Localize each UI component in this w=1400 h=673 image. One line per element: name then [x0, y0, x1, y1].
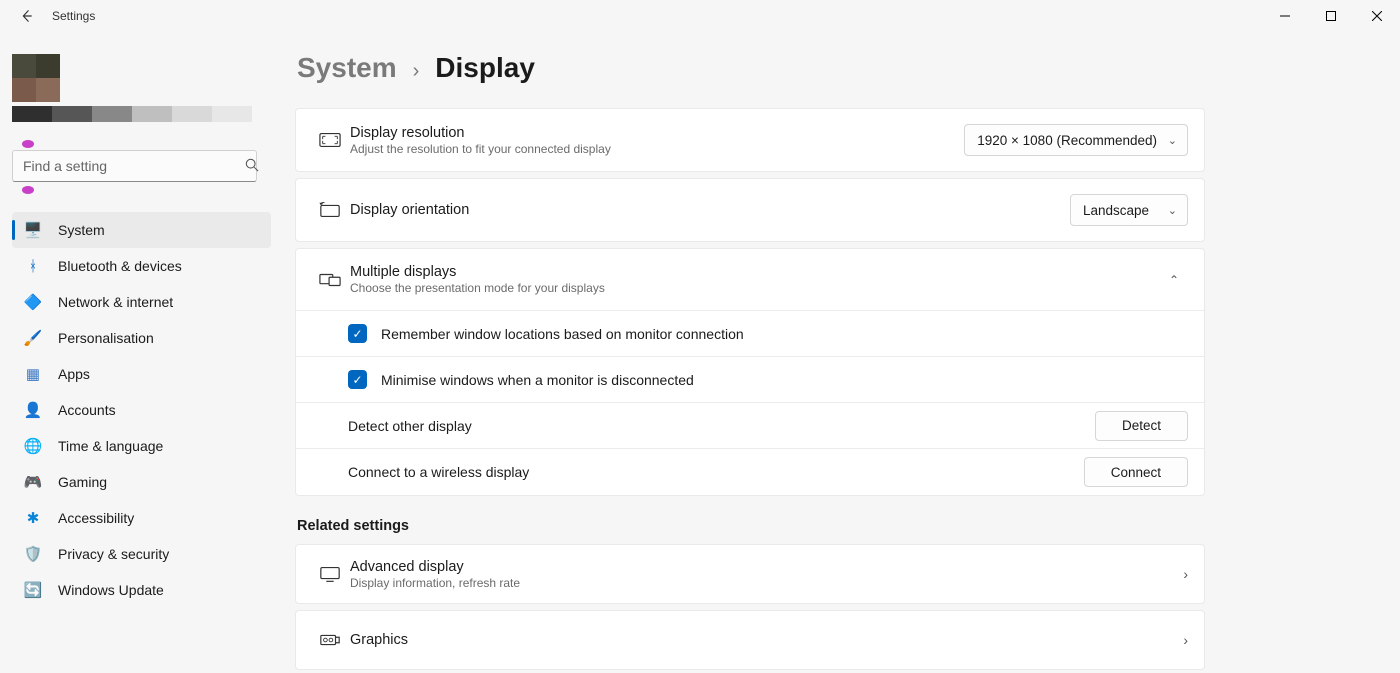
profile-block[interactable] — [12, 54, 271, 122]
accessibility-icon: ✱ — [24, 509, 42, 527]
action-label: Connect to a wireless display — [348, 464, 529, 480]
multiple-displays-header[interactable]: Multiple displays Choose the presentatio… — [296, 249, 1204, 311]
sidebar-item-label: Network & internet — [58, 294, 173, 310]
collapse-button[interactable]: ⌃ — [1160, 273, 1188, 287]
checkbox-minimise-disconnect[interactable]: ✓ — [348, 370, 367, 389]
sidebar-item-label: Accessibility — [58, 510, 134, 526]
sidebar-item-gaming[interactable]: 🎮 Gaming — [12, 464, 271, 500]
sidebar-item-privacy[interactable]: 🛡️ Privacy & security — [12, 536, 271, 572]
sidebar-nav: 🖥️ System ᚼ Bluetooth & devices 🔷 Network & i… — [12, 212, 271, 608]
chevron-down-icon: ⌄ — [1168, 134, 1177, 147]
checkbox-remember-locations[interactable]: ✓ — [348, 324, 367, 343]
link-subtitle: Display information, refresh rate — [350, 576, 1183, 590]
breadcrumb-parent[interactable]: System — [297, 52, 397, 84]
setting-orientation: Display orientation Landscape ⌄ — [295, 178, 1205, 242]
breadcrumb: System › Display — [297, 52, 1346, 84]
avatar — [12, 54, 60, 102]
monitor-icon — [312, 565, 348, 583]
chevron-right-icon: › — [413, 60, 420, 83]
sidebar-item-update[interactable]: 🔄 Windows Update — [12, 572, 271, 608]
setting-resolution: Display resolution Adjust the resolution… — [295, 108, 1205, 172]
sidebar-item-time-language[interactable]: 🌐 Time & language — [12, 428, 271, 464]
checkbox-label: Minimise windows when a monitor is disco… — [381, 372, 694, 388]
detect-display-row: Detect other display Detect — [296, 403, 1204, 449]
sidebar-item-label: Personalisation — [58, 330, 154, 346]
page-title: Display — [435, 52, 535, 84]
checkbox-remember-locations-row: ✓ Remember window locations based on mon… — [296, 311, 1204, 357]
chevron-down-icon: ⌄ — [1168, 204, 1177, 217]
setting-title: Multiple displays — [350, 264, 1160, 280]
sidebar-item-network[interactable]: 🔷 Network & internet — [12, 284, 271, 320]
sidebar-item-label: Windows Update — [58, 582, 164, 598]
sidebar-item-personalisation[interactable]: 🖌️ Personalisation — [12, 320, 271, 356]
sidebar-item-label: Gaming — [58, 474, 107, 490]
sidebar-item-label: Time & language — [58, 438, 163, 454]
sidebar-item-label: System — [58, 222, 105, 238]
checkbox-label: Remember window locations based on monit… — [381, 326, 744, 342]
sidebar-item-bluetooth[interactable]: ᚼ Bluetooth & devices — [12, 248, 271, 284]
link-title: Graphics — [350, 632, 1183, 648]
sidebar-item-label: Accounts — [58, 402, 116, 418]
time-language-icon: 🌐 — [24, 437, 42, 455]
dropdown-value: 1920 × 1080 (Recommended) — [977, 133, 1157, 148]
graphics-link[interactable]: Graphics › — [295, 610, 1205, 670]
personalisation-icon: 🖌️ — [24, 329, 42, 347]
accent-dot-icon — [22, 140, 34, 148]
multi-display-icon — [312, 271, 348, 289]
graphics-icon — [312, 631, 348, 649]
detect-button[interactable]: Detect — [1095, 411, 1188, 441]
accounts-icon: 👤 — [24, 401, 42, 419]
chevron-up-icon: ⌃ — [1169, 273, 1179, 287]
window-controls — [1262, 0, 1400, 32]
minimize-button[interactable] — [1262, 0, 1308, 32]
sidebar-item-apps[interactable]: ▦ Apps — [12, 356, 271, 392]
system-icon: 🖥️ — [24, 221, 42, 239]
sidebar-item-label: Privacy & security — [58, 546, 169, 562]
gaming-icon: 🎮 — [24, 473, 42, 491]
maximize-button[interactable] — [1308, 0, 1354, 32]
network-icon: 🔷 — [24, 293, 42, 311]
connect-button[interactable]: Connect — [1084, 457, 1188, 487]
sidebar-item-accounts[interactable]: 👤 Accounts — [12, 392, 271, 428]
sidebar: 🖥️ System ᚼ Bluetooth & devices 🔷 Network & i… — [0, 32, 285, 673]
action-label: Detect other display — [348, 418, 472, 434]
sidebar-item-label: Bluetooth & devices — [58, 258, 182, 274]
profile-name-redacted — [12, 106, 252, 122]
connect-wireless-row: Connect to a wireless display Connect — [296, 449, 1204, 495]
setting-multiple-displays: Multiple displays Choose the presentatio… — [295, 248, 1205, 496]
link-title: Advanced display — [350, 559, 1183, 575]
setting-title: Display orientation — [350, 202, 1070, 218]
search-input[interactable] — [12, 150, 257, 182]
sidebar-item-system[interactable]: 🖥️ System — [12, 212, 271, 248]
search-icon[interactable] — [245, 158, 259, 175]
orientation-dropdown[interactable]: Landscape ⌄ — [1070, 194, 1188, 226]
update-icon: 🔄 — [24, 581, 42, 599]
close-button[interactable] — [1354, 0, 1400, 32]
window-title: Settings — [52, 9, 95, 23]
advanced-display-link[interactable]: Advanced display Display information, re… — [295, 544, 1205, 604]
checkbox-minimise-row: ✓ Minimise windows when a monitor is dis… — [296, 357, 1204, 403]
dropdown-value: Landscape — [1083, 203, 1149, 218]
back-button[interactable] — [14, 4, 38, 28]
arrow-left-icon — [19, 9, 33, 23]
setting-subtitle: Adjust the resolution to fit your connec… — [350, 142, 964, 156]
chevron-right-icon: › — [1183, 632, 1188, 648]
titlebar: Settings — [0, 0, 1400, 32]
main-content: System › Display Display resolution Adju… — [285, 32, 1400, 673]
setting-title: Display resolution — [350, 125, 964, 141]
orientation-icon — [312, 201, 348, 219]
resolution-icon — [312, 130, 348, 150]
sidebar-item-accessibility[interactable]: ✱ Accessibility — [12, 500, 271, 536]
privacy-icon: 🛡️ — [24, 545, 42, 563]
bluetooth-icon: ᚼ — [24, 258, 42, 275]
chevron-right-icon: › — [1183, 566, 1188, 582]
setting-subtitle: Choose the presentation mode for your di… — [350, 281, 1160, 295]
resolution-dropdown[interactable]: 1920 × 1080 (Recommended) ⌄ — [964, 124, 1188, 156]
apps-icon: ▦ — [24, 365, 42, 383]
sidebar-item-label: Apps — [58, 366, 90, 382]
section-heading: Related settings — [297, 518, 1346, 534]
accent-dot-icon — [22, 186, 34, 194]
